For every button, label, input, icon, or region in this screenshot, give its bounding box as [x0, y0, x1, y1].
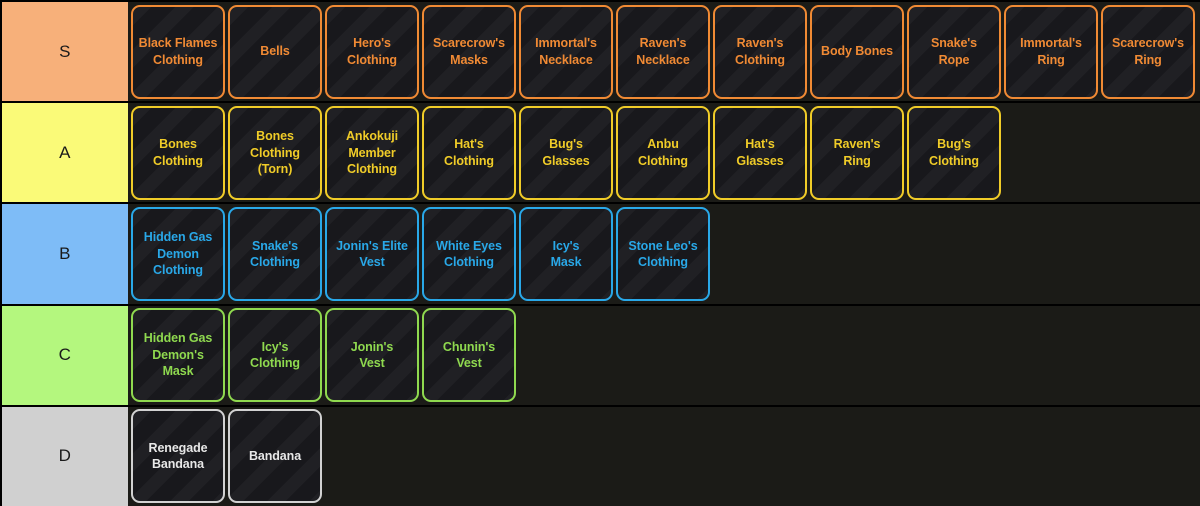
tier-item-label: Hat's Clothing — [444, 137, 494, 168]
tier-item-label: Scarecrow's Masks — [432, 36, 506, 67]
tier-item-label: Snake's Clothing — [250, 238, 300, 270]
tier-item-card[interactable]: Bones Clothing (Torn) — [228, 105, 322, 200]
tier-item-card[interactable]: Black Flames Clothing — [131, 4, 225, 99]
tier-item-label: Anbu Clothing — [638, 137, 688, 168]
tier-item-card[interactable]: Renegade Bandana — [131, 409, 225, 504]
tier-item-label: White Eyes Clothing — [436, 238, 502, 270]
tier-item-label: Bones Clothing — [153, 137, 203, 168]
tier-item-card[interactable]: Chunin's Vest — [422, 308, 516, 403]
tier-row-a: A Bones Clothing Bones Clothing (Torn) Anko… — [2, 103, 1200, 203]
tier-items-d: Renegade Bandana Bandana — [128, 407, 1200, 506]
tier-items-c: Hidden Gas Demon's Mask Icy's Clothing Jon… — [128, 306, 1200, 405]
tier-item-card[interactable]: Scarecrow's Ring — [1101, 4, 1195, 99]
tier-item-card[interactable]: Bug's Clothing — [907, 105, 1001, 200]
tier-item-card[interactable]: Hero's Clothing — [325, 4, 419, 99]
tier-item-card[interactable]: Bug's Glasses — [519, 105, 613, 200]
tier-item-label: Immortal's Necklace — [535, 36, 597, 67]
tier-item-card[interactable]: Raven's Ring — [810, 105, 904, 200]
tier-item-label: Body Bones — [821, 44, 893, 59]
tier-item-card[interactable]: Hat's Clothing — [422, 105, 516, 200]
tier-item-card[interactable]: Hidden Gas Demon's Mask — [131, 308, 225, 403]
tier-item-card[interactable]: Scarecrow's Masks — [422, 4, 516, 99]
tier-item-label: Hero's Clothing — [347, 36, 397, 67]
tier-item-label: Bug's Glasses — [542, 137, 590, 168]
tier-item-label: Bandana — [248, 449, 302, 464]
tier-row-b: B Hidden Gas Demon Clothing Snake's Clothi… — [2, 204, 1200, 304]
tier-item-label: Scarecrow's Ring — [1111, 36, 1185, 67]
tier-items-a: Bones Clothing Bones Clothing (Torn) Ankok… — [128, 103, 1200, 202]
tier-item-label: Hat's Glasses — [736, 137, 784, 168]
tier-list-board: S Black Flames Clothing Bells Hero's Clothi… — [0, 0, 1200, 506]
tier-item-card[interactable]: Anbu Clothing — [616, 105, 710, 200]
tier-item-card[interactable]: Jonin's Elite Vest — [325, 207, 419, 301]
tier-item-label: Bells — [260, 44, 290, 59]
tier-item-label: Icy's Mask — [550, 238, 582, 270]
tier-item-card[interactable]: Snake's Rope — [907, 4, 1001, 99]
tier-item-card[interactable]: Hat's Glasses — [713, 105, 807, 200]
tier-item-card[interactable]: Ankokuji Member Clothing — [325, 105, 419, 200]
tier-item-label: Icy's Clothing — [250, 339, 300, 371]
tier-item-label: Raven's Necklace — [636, 36, 690, 67]
tier-item-card[interactable]: Body Bones — [810, 4, 904, 99]
tier-item-card[interactable]: Raven's Clothing — [713, 4, 807, 99]
tier-item-card[interactable]: Jonin's Vest — [325, 308, 419, 403]
tier-label-c[interactable]: C — [2, 305, 128, 405]
tier-label-s[interactable]: S — [2, 2, 128, 102]
tier-item-card[interactable]: Icy's Clothing — [228, 308, 322, 403]
tier-item-label: Chunin's Vest — [442, 339, 496, 371]
tier-item-card[interactable]: Immortal's Necklace — [519, 4, 613, 99]
tier-item-label: Bones Clothing (Torn) — [250, 129, 300, 177]
tier-row-s: S Black Flames Clothing Bells Hero's Clothi… — [2, 2, 1200, 102]
tier-item-card[interactable]: Raven's Necklace — [616, 4, 710, 99]
tier-item-label: Stone Leo's Clothing — [628, 238, 698, 270]
tier-item-card[interactable]: Stone Leo's Clothing — [616, 207, 710, 301]
tier-item-card[interactable]: Icy's Mask — [519, 207, 613, 301]
tier-item-label: Raven's Ring — [833, 137, 881, 168]
tier-item-label: Hidden Gas Demon Clothing — [143, 230, 213, 278]
tier-item-card[interactable]: Snake's Clothing — [228, 207, 322, 301]
tier-item-label: Jonin's Elite Vest — [336, 238, 408, 270]
tier-item-label: Bug's Clothing — [929, 137, 979, 168]
tier-item-label: Raven's Clothing — [735, 36, 785, 67]
tier-item-label: Ankokuji Member Clothing — [346, 129, 398, 177]
tier-item-label: Renegade Bandana — [148, 440, 208, 472]
tier-item-card[interactable]: Hidden Gas Demon Clothing — [131, 207, 225, 301]
tier-items-s: Black Flames Clothing Bells Hero's Clothin… — [128, 2, 1200, 101]
tier-item-label: Jonin's Vest — [350, 339, 394, 371]
tier-item-card[interactable]: Bells — [228, 4, 322, 99]
tier-item-card[interactable]: Bones Clothing — [131, 105, 225, 200]
tier-item-label: Black Flames Clothing — [138, 36, 218, 67]
tier-label-b[interactable]: B — [2, 204, 128, 304]
tier-label-d[interactable]: D — [2, 406, 128, 506]
tier-items-b: Hidden Gas Demon Clothing Snake's Clothin… — [128, 204, 1200, 303]
tier-item-label: Hidden Gas Demon's Mask — [143, 331, 213, 379]
tier-item-card[interactable]: White Eyes Clothing — [422, 207, 516, 301]
tier-row-c: C Hidden Gas Demon's Mask Icy's Clothing Jo… — [2, 305, 1200, 405]
tier-item-card[interactable]: Immortal's Ring — [1004, 4, 1098, 99]
tier-row-d: D Renegade Bandana Bandana — [2, 406, 1200, 506]
tier-item-label: Immortal's Ring — [1020, 36, 1082, 67]
tier-item-card[interactable]: Bandana — [228, 409, 322, 504]
tier-label-a[interactable]: A — [2, 103, 128, 203]
tier-item-label: Snake's Rope — [930, 36, 978, 67]
